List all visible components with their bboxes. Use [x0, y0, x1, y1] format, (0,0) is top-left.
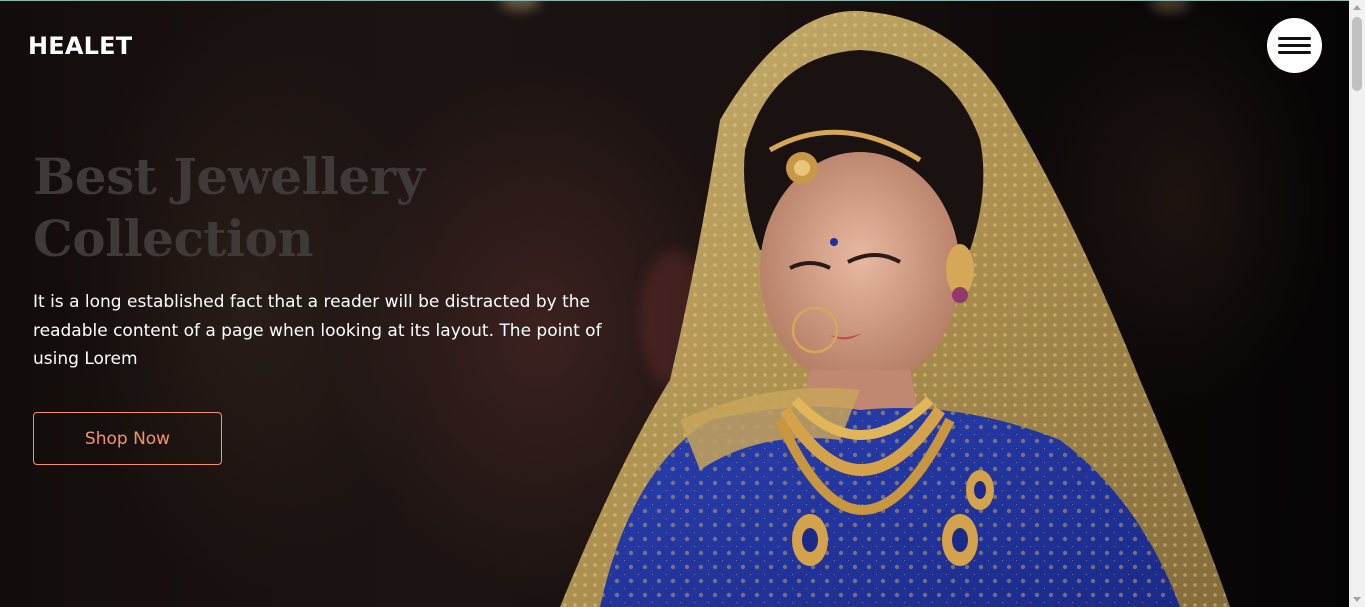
- hamburger-menu-icon: [1278, 44, 1311, 47]
- scrollbar-thumb[interactable]: [1352, 17, 1362, 91]
- shop-now-button[interactable]: Shop Now: [33, 412, 222, 465]
- scroll-up-arrow-icon[interactable]: [1353, 5, 1361, 10]
- hero-headline-line1: Best Jewellery: [33, 147, 425, 206]
- page-scrollbar[interactable]: [1349, 0, 1365, 607]
- brand-logo[interactable]: HEALET: [28, 32, 132, 60]
- scroll-down-arrow-icon[interactable]: [1353, 597, 1361, 602]
- top-border: [0, 0, 1349, 1]
- bride-image: [560, 10, 1230, 607]
- hamburger-menu-icon: [1278, 37, 1311, 40]
- hero-headline: Best Jewellery Collection: [33, 146, 453, 270]
- background-bokeh: [500, 0, 540, 10]
- hero-headline-line2: Collection: [33, 209, 314, 268]
- hamburger-menu-icon: [1278, 51, 1311, 54]
- hero-description: It is a long established fact that a rea…: [33, 292, 602, 369]
- menu-button[interactable]: [1267, 18, 1322, 73]
